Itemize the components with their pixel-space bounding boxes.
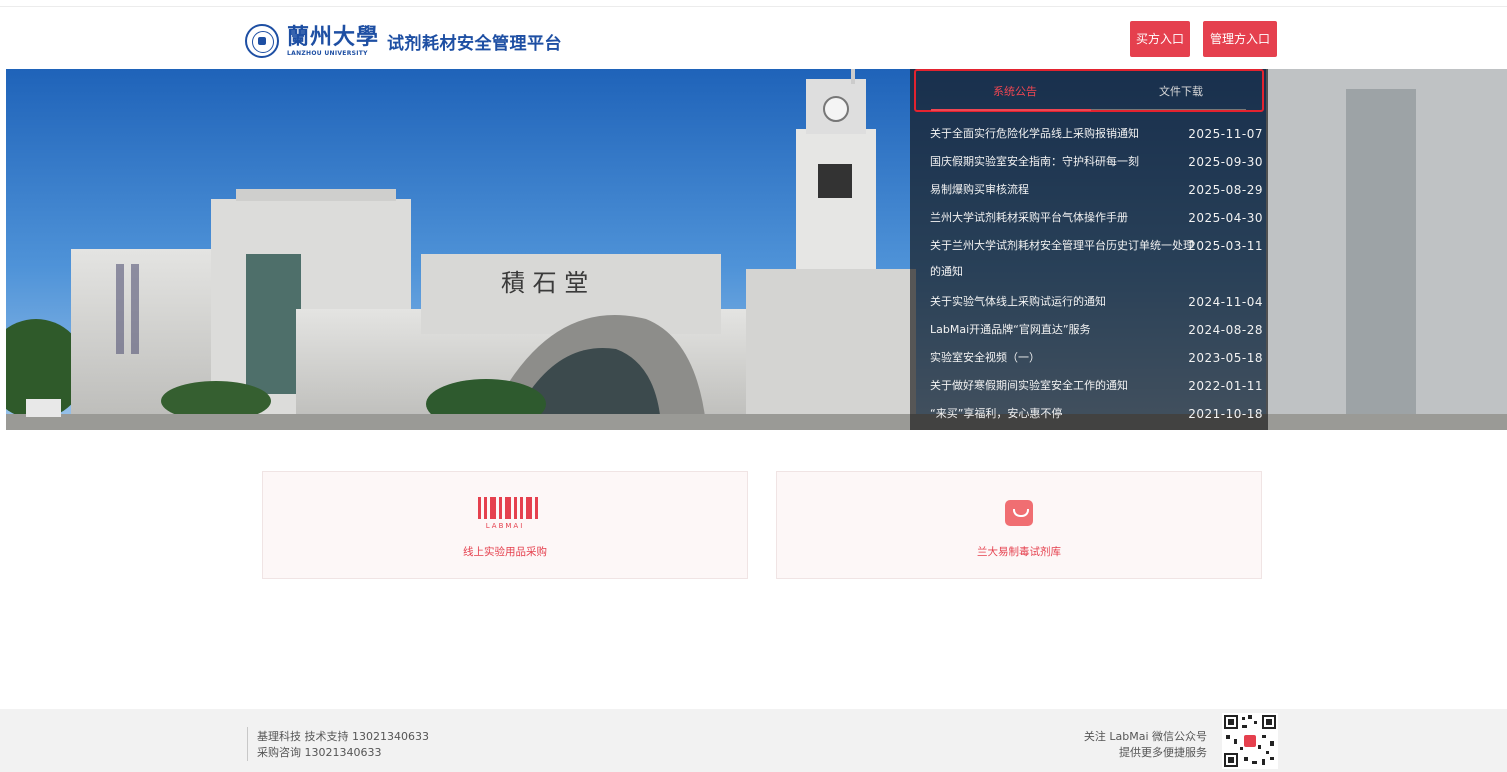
notice-title: 关于兰州大学试剂耗材安全管理平台历史订单统一处理的通知 xyxy=(930,239,1194,278)
site-footer: 基理科技 技术支持 13021340633 采购咨询 13021340633 关… xyxy=(0,709,1507,772)
notice-title: 关于做好寒假期间实验室安全工作的通知 xyxy=(930,379,1128,392)
university-name-en: LANZHOU UNIVERSITY xyxy=(287,49,368,57)
notice-date: 2025-08-29 xyxy=(1188,183,1263,197)
building-sign: 積 石 堂 xyxy=(501,269,588,297)
university-name: 蘭州大學 LANZHOU UNIVERSITY xyxy=(287,26,379,57)
notice-title: “来买”享福利，安心惠不停 xyxy=(930,407,1063,420)
notice-item[interactable]: 关于兰州大学试剂耗材安全管理平台历史订单统一处理的通知 2025-03-11 xyxy=(930,231,1266,287)
notice-item[interactable]: 实验室安全视频（一） 2023-05-18 xyxy=(930,343,1266,371)
platform-title: 试剂耗材安全管理平台 xyxy=(387,33,563,54)
notice-item[interactable]: LabMai开通品牌“官网直达”服务 2024-08-28 xyxy=(930,315,1266,343)
notice-panel: 系统公告 文件下载 关于全面实行危险化学品线上采购报销通知 2025-11-07… xyxy=(910,69,1268,430)
notice-date: 2025-03-11 xyxy=(1188,239,1263,253)
labmai-logo-icon xyxy=(478,497,538,519)
notice-date: 2025-11-07 xyxy=(1188,127,1263,141)
notice-item[interactable]: 关于实验气体线上采购试运行的通知 2024-11-04 xyxy=(930,287,1266,315)
notice-tabs: 系统公告 文件下载 xyxy=(914,69,1264,112)
purchase-consult-text: 采购咨询 13021340633 xyxy=(257,746,382,759)
tech-support-text: 基理科技 技术支持 13021340633 xyxy=(257,730,429,743)
notice-title: 兰州大学试剂耗材采购平台气体操作手册 xyxy=(930,211,1128,224)
more-services-text: 提供更多便捷服务 xyxy=(1119,746,1207,759)
site-header: 蘭州大學 LANZHOU UNIVERSITY 试剂耗材安全管理平台 买方入口 … xyxy=(0,7,1507,69)
notice-item[interactable]: 关于全面实行危险化学品线上采购报销通知 2025-11-07 xyxy=(930,119,1266,147)
tab-separator xyxy=(1091,109,1246,110)
campus-banner-image: 積 石 堂 xyxy=(6,69,1507,430)
tab-system-notice[interactable]: 系统公告 xyxy=(993,83,1037,99)
notice-date: 2025-04-30 xyxy=(1188,211,1263,225)
buyer-entry-button[interactable]: 买方入口 xyxy=(1130,21,1190,57)
notice-date: 2024-11-04 xyxy=(1188,295,1263,309)
online-lab-purchase-card[interactable]: LABMAI 线上实验用品采购 xyxy=(262,471,748,579)
notice-title: 国庆假期实验室安全指南：守护科研每一刻 xyxy=(930,155,1139,168)
precursor-reagent-card[interactable]: 兰大易制毒试剂库 xyxy=(776,471,1262,579)
notice-title: LabMai开通品牌“官网直达”服务 xyxy=(930,323,1091,336)
university-seal-icon xyxy=(245,24,279,58)
footer-divider xyxy=(247,727,248,761)
notice-date: 2024-08-28 xyxy=(1188,323,1263,337)
notice-date: 2025-09-30 xyxy=(1188,155,1263,169)
notice-item[interactable]: 易制爆购买审核流程 2025-08-29 xyxy=(930,175,1266,203)
notice-title: 实验室安全视频（一） xyxy=(930,351,1040,364)
notice-title: 关于全面实行危险化学品线上采购报销通知 xyxy=(930,127,1139,140)
card-label: 线上实验用品采购 xyxy=(463,546,547,558)
university-logo[interactable]: 蘭州大學 LANZHOU UNIVERSITY 试剂耗材安全管理平台 xyxy=(245,23,562,59)
notice-list: 关于全面实行危险化学品线上采购报销通知 2025-11-07 国庆假期实验室安全… xyxy=(930,119,1266,427)
shopping-bag-icon xyxy=(1005,500,1033,526)
notice-title: 关于实验气体线上采购试运行的通知 xyxy=(930,295,1106,308)
university-name-cn: 蘭州大學 xyxy=(287,23,380,50)
notice-date: 2023-05-18 xyxy=(1188,351,1263,365)
tab-file-download[interactable]: 文件下载 xyxy=(1159,83,1203,99)
wechat-qr-code xyxy=(1222,713,1278,769)
notice-date: 2022-01-11 xyxy=(1188,379,1263,393)
card-label: 兰大易制毒试剂库 xyxy=(977,546,1061,558)
labmai-logo-text: LABMAI xyxy=(485,522,525,530)
notice-title: 易制爆购买审核流程 xyxy=(930,183,1029,196)
notice-item[interactable]: 兰州大学试剂耗材采购平台气体操作手册 2025-04-30 xyxy=(930,203,1266,231)
notice-item[interactable]: 关于做好寒假期间实验室安全工作的通知 2022-01-11 xyxy=(930,371,1266,399)
follow-wechat-text: 关注 LabMai 微信公众号 xyxy=(1083,730,1207,743)
notice-item[interactable]: 国庆假期实验室安全指南：守护科研每一刻 2025-09-30 xyxy=(930,147,1266,175)
admin-entry-button[interactable]: 管理方入口 xyxy=(1203,21,1277,57)
notice-item[interactable]: “来买”享福利，安心惠不停 2021-10-18 xyxy=(930,399,1266,427)
notice-date: 2021-10-18 xyxy=(1188,407,1263,421)
active-tab-underline xyxy=(931,109,1091,111)
